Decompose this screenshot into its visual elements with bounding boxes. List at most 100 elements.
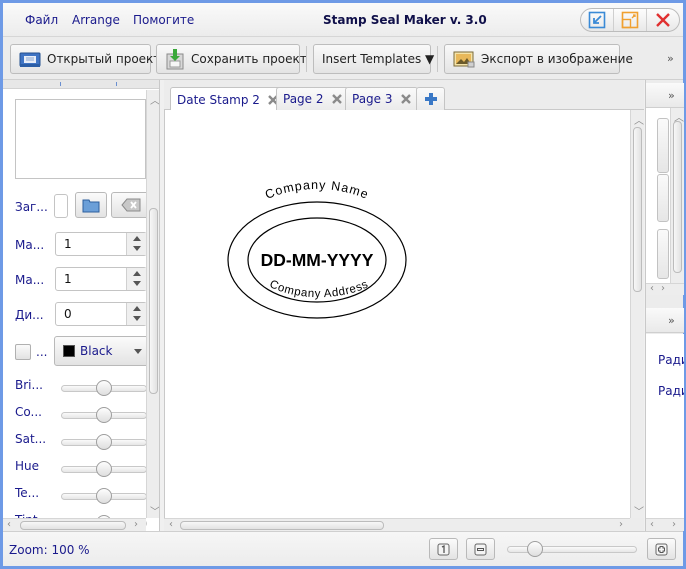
tab-label: Date Stamp 2 — [177, 92, 260, 107]
field-label: Ма... — [15, 238, 45, 252]
slider-knob[interactable] — [96, 407, 112, 423]
menu-help[interactable]: Помогите — [133, 13, 194, 27]
scroll-thumb[interactable] — [180, 521, 384, 530]
color-select-value: Black — [80, 344, 113, 358]
chevron-down-icon — [134, 349, 142, 354]
scroll-left-icon[interactable]: ‹ — [7, 519, 11, 530]
close-tab-icon[interactable] — [400, 94, 411, 104]
tab-label: Page 2 — [283, 92, 324, 106]
zoom-out-button[interactable] — [466, 538, 495, 560]
insert-templates-dropdown[interactable]: Insert Templates ▼ — [313, 44, 434, 74]
expand-panel-button[interactable]: ›› — [668, 314, 675, 327]
backspace-clear-icon — [121, 198, 141, 212]
slider-label: Hue — [15, 459, 40, 473]
clear-image-button[interactable] — [111, 192, 151, 218]
checkbox-label: ... — [36, 345, 48, 359]
toolbar-separator — [306, 46, 307, 72]
scroll-right-icon[interactable]: › — [661, 283, 665, 294]
adjust-slider[interactable] — [61, 461, 147, 477]
radius-label: Ради — [658, 353, 684, 367]
scroll-up-icon[interactable]: ︿ — [150, 92, 159, 107]
color-checkbox[interactable] — [15, 344, 31, 360]
scroll-left-icon[interactable]: ‹ — [650, 519, 654, 530]
color-select[interactable]: Black — [54, 336, 149, 366]
right-panel-vscrollbar[interactable]: ︿ — [670, 108, 684, 283]
actual-size-button[interactable] — [429, 538, 458, 560]
stamp-canvas[interactable]: Company Name DD-MM-YYYY Company Address — [164, 110, 630, 518]
scroll-down-icon[interactable]: ﹀ — [150, 503, 159, 518]
tab-date-stamp-2[interactable]: Date Stamp 2 — [170, 87, 285, 111]
expand-panel-button[interactable]: ›› — [668, 89, 675, 102]
slider-label: Sat... — [15, 432, 47, 446]
export-image-button[interactable]: Экспорт в изображение — [444, 44, 633, 74]
left-panel-hscrollbar[interactable]: ‹ › — [3, 518, 146, 531]
save-project-button[interactable]: Сохранить проект — [156, 44, 307, 74]
adjust-slider[interactable] — [61, 380, 147, 396]
scroll-down-icon[interactable]: ﹀ — [634, 503, 644, 518]
scroll-thumb[interactable] — [633, 127, 642, 292]
adjust-slider[interactable] — [61, 434, 147, 450]
slider-knob[interactable] — [96, 380, 112, 396]
scroll-left-icon[interactable]: ‹ — [650, 283, 654, 294]
numeric-stepper-2[interactable]: 1 — [55, 267, 147, 291]
slider-label: Co... — [15, 405, 42, 419]
stepper-arrows[interactable] — [126, 233, 146, 255]
adjust-slider[interactable] — [61, 407, 147, 423]
menu-file[interactable]: Файл — [25, 13, 58, 27]
panel-item-button[interactable] — [657, 118, 669, 173]
open-project-button[interactable]: Открытый проект — [10, 44, 160, 74]
zoom-slider[interactable] — [507, 541, 637, 557]
stepper-value: 0 — [64, 307, 72, 321]
scroll-right-icon[interactable]: › — [619, 519, 623, 530]
right-panel-hscrollbar[interactable]: ‹ › — [646, 518, 684, 531]
left-panel-vscrollbar[interactable]: ︿ ﹀ — [146, 90, 159, 518]
stepper-arrows[interactable] — [126, 303, 146, 325]
canvas-hscrollbar[interactable]: ‹ › — [164, 518, 630, 531]
app-title: Stamp Seal Maker v. 3.0 — [323, 13, 487, 27]
slider-knob[interactable] — [96, 434, 112, 450]
add-tab-button[interactable] — [416, 87, 445, 110]
numeric-stepper-3[interactable]: 0 — [55, 302, 147, 326]
slider-knob[interactable] — [96, 461, 112, 477]
zoom-level-text: Zoom: 100 % — [9, 543, 90, 557]
close-tab-icon[interactable] — [331, 94, 342, 104]
browse-folder-button[interactable] — [75, 192, 107, 218]
right-panel-hscrollbar[interactable]: ‹ › — [646, 283, 684, 295]
open-folder-icon — [19, 50, 41, 68]
zoom-in-button[interactable] — [647, 538, 676, 560]
scroll-right-icon[interactable]: › — [134, 519, 138, 530]
field-label: Ма... — [15, 273, 45, 287]
restore-button[interactable] — [581, 9, 614, 31]
panel-ruler — [3, 80, 159, 89]
scroll-left-icon[interactable]: ‹ — [169, 519, 173, 530]
panel-item-button[interactable] — [657, 229, 669, 279]
right-panel-bottom-body: Ради Ради ‹ › — [646, 334, 684, 531]
panel-item-button[interactable] — [657, 174, 669, 222]
document-area: Date Stamp 2 Page 2 Page 3 Company Name … — [164, 80, 644, 531]
adjust-slider[interactable] — [61, 488, 147, 504]
zoom-slider-knob[interactable] — [527, 541, 543, 557]
stepper-arrows[interactable] — [126, 268, 146, 290]
numeric-stepper-1[interactable]: 1 — [55, 232, 147, 256]
scroll-thumb[interactable] — [149, 208, 158, 394]
stepper-value: 1 — [64, 272, 72, 286]
stamp-seal[interactable]: Company Name DD-MM-YYYY Company Address — [205, 162, 505, 322]
slider-knob[interactable] — [96, 488, 112, 504]
close-button[interactable] — [647, 9, 679, 31]
scroll-thumb[interactable] — [673, 121, 682, 273]
menu-arrange[interactable]: Arrange — [72, 13, 120, 27]
tab-page-2[interactable]: Page 2 — [276, 87, 349, 110]
toolbar-overflow-button[interactable]: ›› — [667, 52, 674, 65]
title-bar: Файл Arrange Помогите Stamp Seal Maker v… — [3, 3, 683, 37]
canvas-vscrollbar[interactable]: ︿ ﹀ — [630, 110, 644, 518]
right-panel-header-bottom[interactable]: ›› — [646, 308, 684, 333]
upload-path-field[interactable] — [54, 194, 68, 218]
scroll-thumb[interactable] — [20, 521, 126, 530]
properties-panel: Заг... Ма... 1 Ма... 1 Ди... 0 ... Black — [3, 80, 160, 531]
maximize-button[interactable] — [614, 9, 647, 31]
scroll-up-icon[interactable]: ︿ — [634, 112, 644, 127]
tab-page-3[interactable]: Page 3 — [345, 87, 418, 110]
scroll-right-icon[interactable]: › — [672, 519, 676, 530]
right-panel-header-top[interactable]: ›› — [646, 83, 684, 108]
actual-size-icon — [437, 543, 450, 555]
